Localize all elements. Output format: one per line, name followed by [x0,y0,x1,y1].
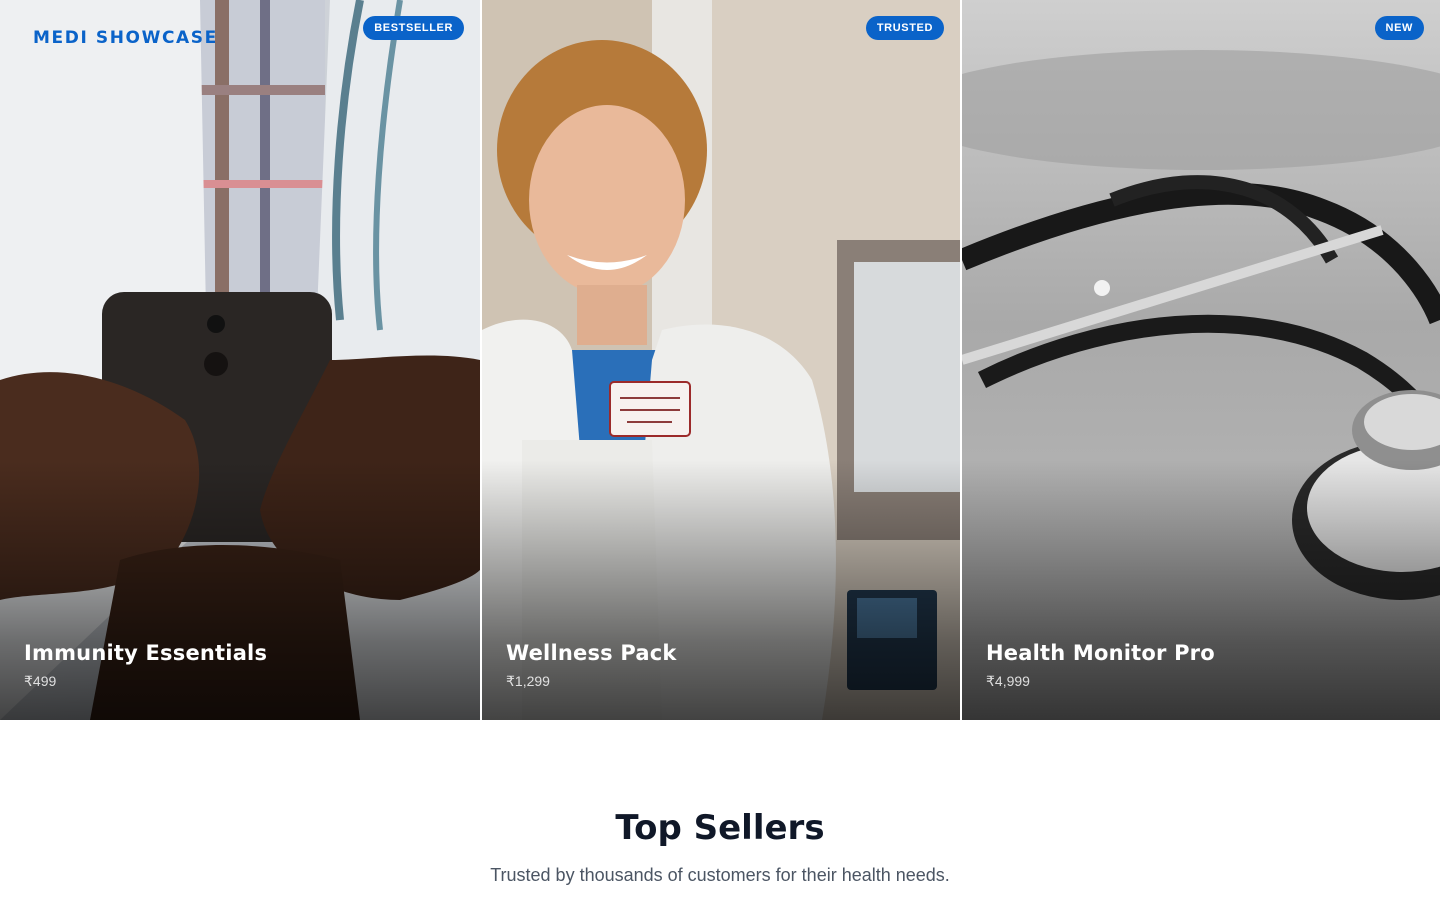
product-hero: BESTSELLER Immunity Essentials ₹499 TRUS… [0,0,1440,720]
card-gradient-overlay [0,460,480,720]
product-price: ₹499 [24,673,57,689]
product-title[interactable]: Wellness Pack [506,641,677,665]
trusted-badge: TRUSTED [865,16,944,40]
product-card-immunity-essentials[interactable]: BESTSELLER Immunity Essentials ₹499 [0,0,480,720]
bestseller-badge: BESTSELLER [363,16,464,40]
top-sellers-section: Top Sellers Trusted by thousands of cust… [0,720,1440,900]
new-badge: NEW [1374,16,1424,40]
product-title[interactable]: Immunity Essentials [24,641,267,665]
brand-logo[interactable]: MEDI SHOWCASE [33,28,218,48]
product-title[interactable]: Health Monitor Pro [986,641,1215,665]
product-price: ₹1,299 [506,673,550,689]
card-gradient-overlay [482,460,960,720]
section-subtitle: Trusted by thousands of customers for th… [490,865,950,885]
product-card-wellness-pack[interactable]: TRUSTED Wellness Pack ₹1,299 [480,0,960,720]
section-title: Top Sellers [615,808,825,848]
product-price: ₹4,999 [986,673,1030,689]
card-gradient-overlay [962,460,1440,720]
product-card-health-monitor-pro[interactable]: NEW Health Monitor Pro ₹4,999 [960,0,1440,720]
